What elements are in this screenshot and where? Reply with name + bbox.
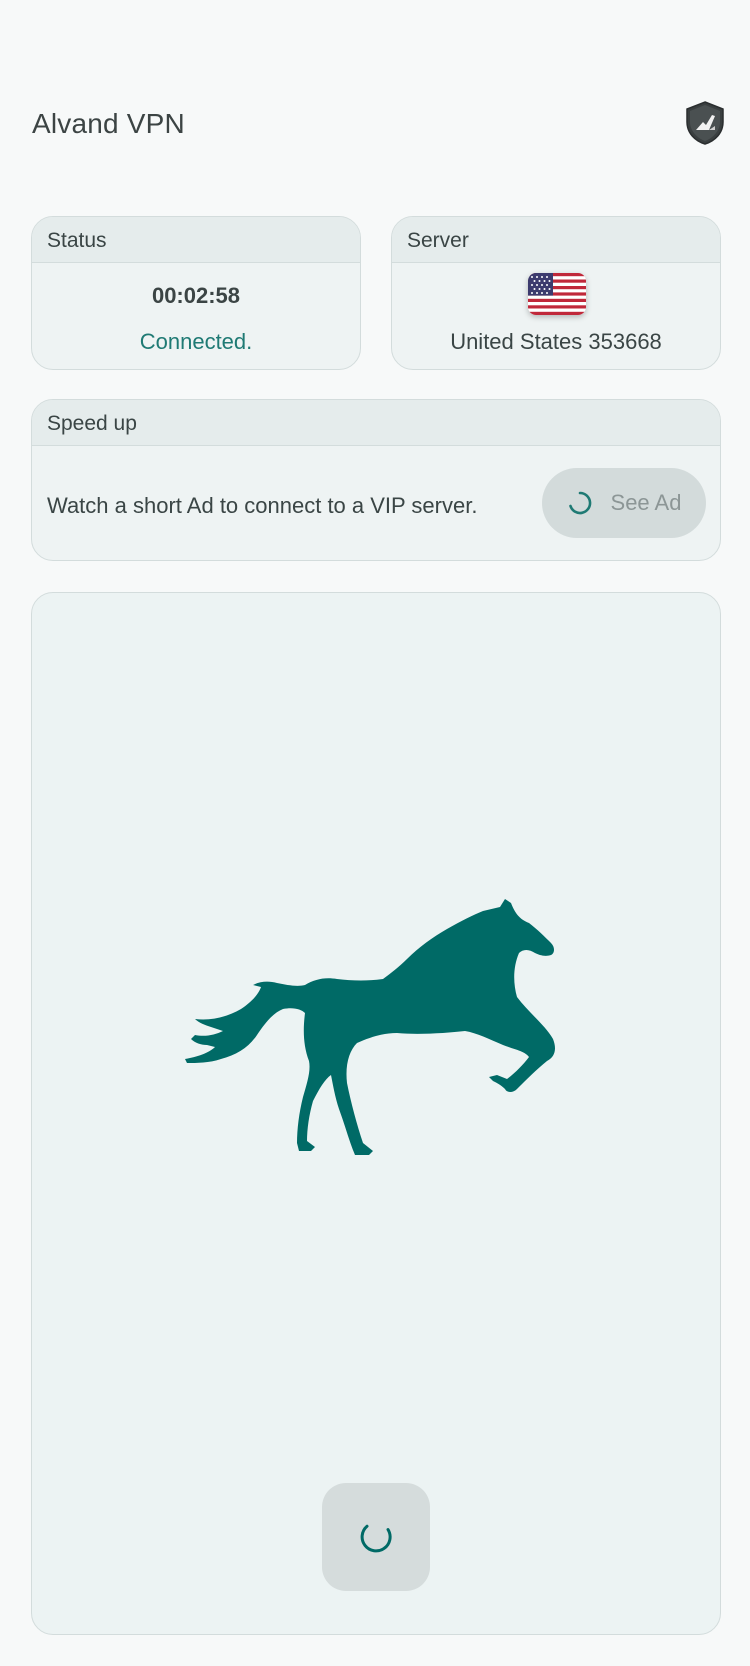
speed-up-description: Watch a short Ad to connect to a VIP ser… [47,493,478,518]
server-card[interactable]: Server United States 353668 [391,216,721,370]
loading-spinner-icon [360,1524,392,1553]
connection-status: Connected. [139,329,253,354]
server-card-header: Server [392,217,720,263]
shield-icon[interactable] [682,100,728,146]
main-connect-panel [31,592,721,1635]
connect-button[interactable] [322,1483,430,1591]
horse-icon [185,899,555,1155]
speed-up-card: Speed up Watch a short Ad to connect to … [31,399,721,561]
status-card: Status 00:02:58 Connected. [31,216,361,370]
us-flag-icon [528,273,586,315]
app-header: Alvand VPN [0,0,750,200]
app-title: Alvand VPN [32,108,185,139]
loading-spinner-icon [568,491,591,515]
speed-up-header: Speed up [32,400,720,446]
app-root: Alvand VPN Status 00:02:58 Connected. Se… [0,0,750,1666]
connection-timer: 00:02:58 [151,283,241,308]
status-card-header: Status [32,217,360,263]
server-name: United States 353668 [450,329,662,354]
see-ad-button[interactable]: See Ad [542,468,706,538]
see-ad-label: See Ad [610,490,682,515]
